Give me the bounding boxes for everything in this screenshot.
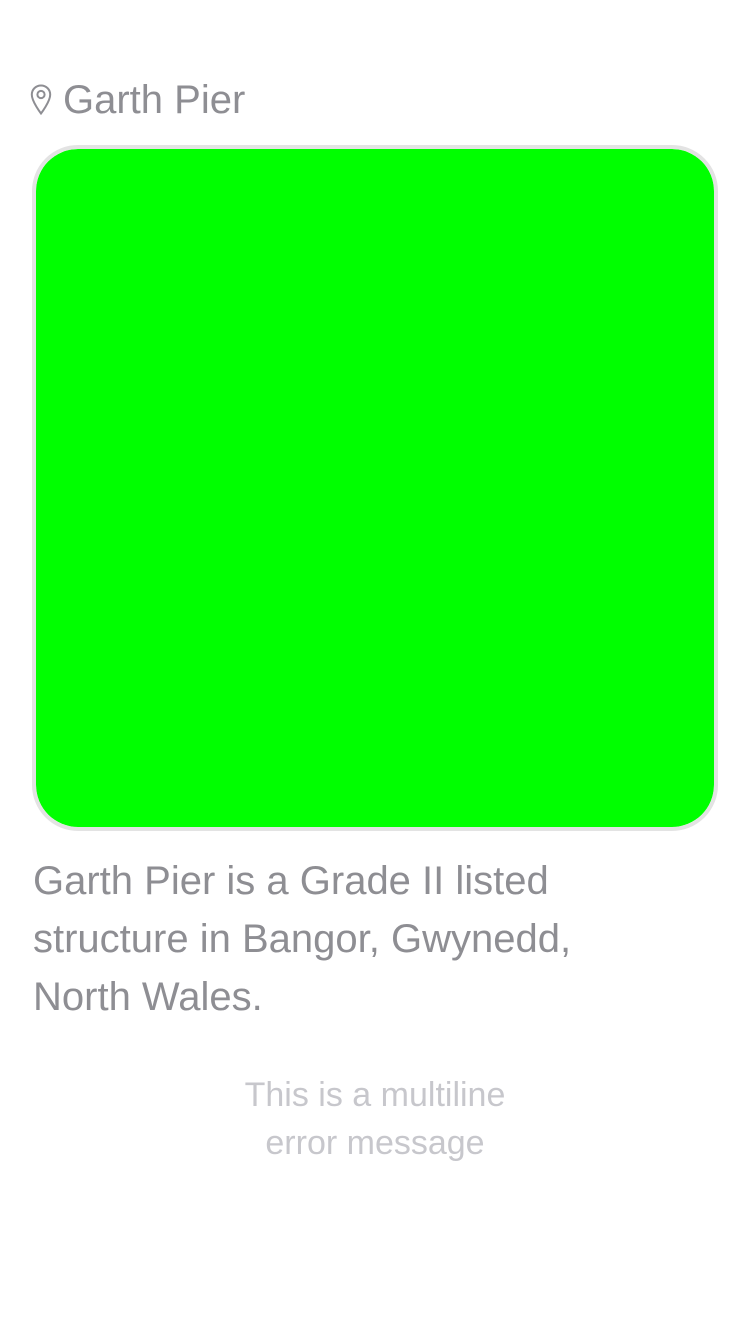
error-message: This is a multiline error message <box>0 1071 750 1167</box>
location-name: Garth Pier <box>63 78 246 122</box>
place-description: Garth Pier is a Grade II listed structur… <box>33 859 572 1019</box>
error-message-line: This is a multiline <box>244 1076 506 1114</box>
error-message-line: error message <box>265 1124 485 1162</box>
location-header: Garth Pier <box>30 74 245 126</box>
place-image-content <box>36 149 714 827</box>
place-detail-screen: Garth Pier Garth Pier is a Grade II list… <box>0 0 750 1334</box>
location-pin-icon <box>30 84 52 116</box>
place-image[interactable] <box>32 145 718 831</box>
